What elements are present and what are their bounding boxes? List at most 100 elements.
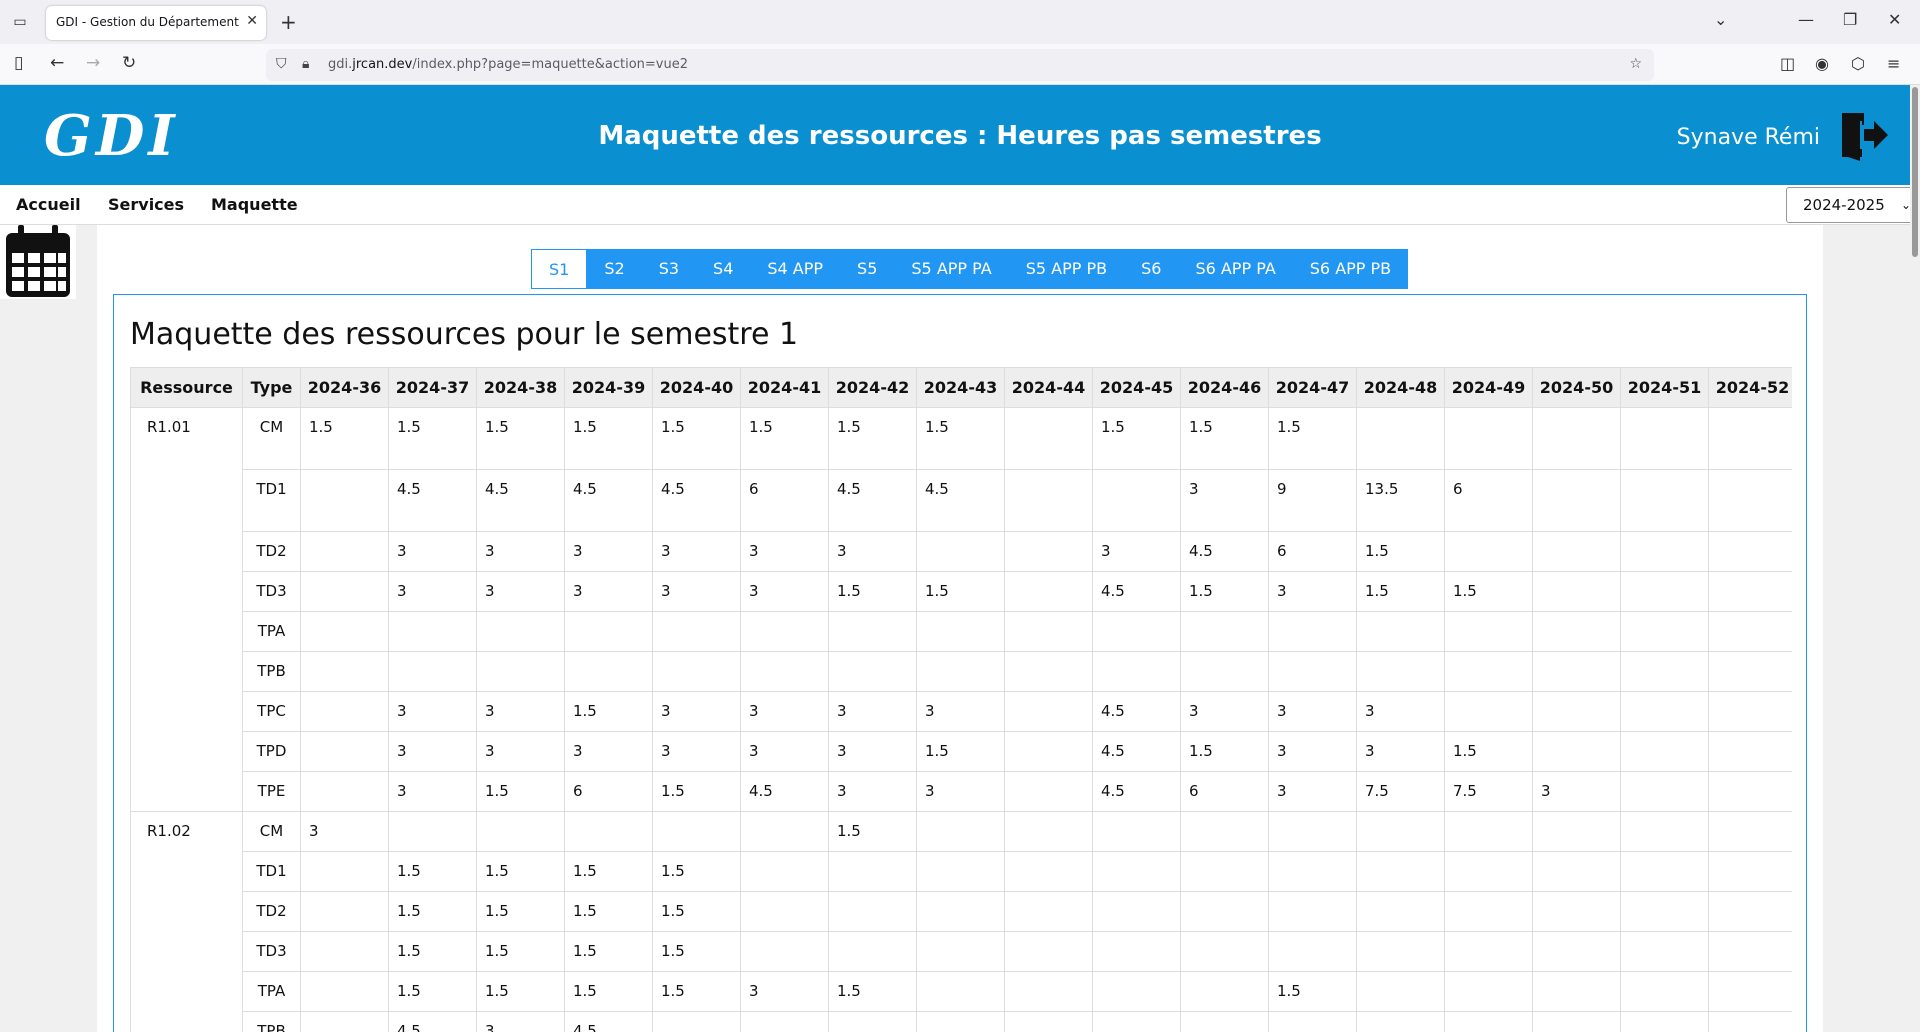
type-cell: TPA [242,611,301,652]
menu-services[interactable]: Services [108,195,184,214]
semester-tab[interactable]: S5 APP PB [1008,249,1125,289]
hours-cell: 1.5 [476,407,565,470]
semester-tab[interactable]: S6 APP PB [1292,249,1409,289]
hours-cell [1532,891,1621,932]
type-cell: TD1 [242,851,301,892]
close-window-icon[interactable]: ✕ [1888,10,1901,29]
reload-icon[interactable]: ↻ [122,53,136,73]
hours-cell [1708,931,1792,972]
menu-icon[interactable]: ≡ [1887,54,1900,73]
scrollbar-thumb[interactable] [1912,87,1918,257]
hours-cell [1532,1011,1621,1032]
table-header-cell: 2024-48 [1356,367,1445,408]
hours-cell: 4.5 [1092,731,1181,772]
browser-tab[interactable]: GDI - Gestion du Département Informatiqu… [46,6,266,40]
page-title: Maquette des ressources : Heures pas sem… [598,121,1322,151]
hours-cell: 7.5 [1356,771,1445,812]
hours-cell [1356,851,1445,892]
hours-cell: 1.5 [388,851,477,892]
calendar-icon[interactable] [0,225,76,299]
hours-cell [1180,651,1269,692]
semester-tab[interactable]: S6 [1124,249,1179,289]
hours-cell: 3 [1268,771,1357,812]
semester-tab[interactable]: S4 [696,249,751,289]
hours-cell [1092,811,1181,852]
hours-cell [1708,771,1792,812]
tab-list-icon[interactable]: ▭ [10,12,30,32]
hours-cell [1444,851,1533,892]
sidebar-icon[interactable]: ▯ [14,53,23,73]
year-select[interactable]: 2024-2025 ⌄ [1786,187,1918,223]
hours-cell: 1.5 [1444,731,1533,772]
semester-tab[interactable]: S6 APP PA [1178,249,1293,289]
hours-cell [300,691,389,732]
maquette-panel: Maquette des ressources pour le semestre… [113,294,1807,1032]
restore-icon[interactable]: ❐ [1843,10,1857,29]
hours-cell [740,891,829,932]
hours-cell: 1.5 [476,851,565,892]
bookmark-star-icon[interactable]: ☆ [1629,56,1642,72]
hours-cell: 6 [740,469,829,532]
hours-cell: 4.5 [1092,691,1181,732]
logout-icon[interactable] [1838,109,1888,161]
url-text[interactable]: gdi.jrcan.dev/index.php?page=maquette&ac… [328,57,688,72]
hours-cell: 1.5 [828,811,917,852]
shield-icon[interactable]: ⛉ [276,56,287,72]
hours-cell: 1.5 [1356,571,1445,612]
hours-cell: 3 [740,691,829,732]
hours-cell: 13.5 [1356,469,1445,532]
new-tab-icon[interactable]: + [280,10,297,34]
hours-cell [1620,611,1709,652]
account-icon[interactable]: ◉ [1815,54,1829,73]
hours-cell [1708,971,1792,1012]
forward-icon[interactable]: → [86,53,100,73]
hours-cell [1532,651,1621,692]
hours-cell: 3 [388,691,477,732]
minimize-icon[interactable]: — [1798,10,1814,29]
hours-cell [300,891,389,932]
hours-cell [1004,407,1093,470]
semester-tab[interactable]: S2 [587,249,642,289]
hours-cell [1004,1011,1093,1032]
hours-cell: 1.5 [564,971,653,1012]
hours-cell: 4.5 [740,771,829,812]
hours-cell [1532,469,1621,532]
hours-cell: 1.5 [476,891,565,932]
hours-cell [1620,691,1709,732]
table-row: TPD 3 3 3 3 3 3 1.5 4.5 1.5 3 3 1.5 [131,731,1792,772]
hours-cell: 4.5 [388,1011,477,1032]
semester-tab[interactable]: S4 APP [750,249,841,289]
hours-cell: 3 [564,571,653,612]
pocket-icon[interactable]: ◫ [1780,54,1795,73]
url-bar[interactable]: ⛉ 🔒︎ gdi.jrcan.dev/index.php?page=maquet… [266,49,1654,81]
semester-tab[interactable]: S5 APP PA [894,249,1009,289]
hours-cell [1444,1011,1533,1032]
lock-icon[interactable]: 🔒︎ [302,56,309,72]
hours-cell [1532,851,1621,892]
hours-cell: 3 [740,731,829,772]
hours-cell [828,931,917,972]
hours-cell [1444,531,1533,572]
menu-accueil[interactable]: Accueil [16,195,81,214]
site-header: GDI Maquette des ressources : Heures pas… [0,85,1920,185]
extensions-icon[interactable]: ⬡ [1851,54,1865,73]
hours-cell [740,811,829,852]
semester-tab[interactable]: S1 [531,249,588,289]
hours-cell [1004,651,1093,692]
hours-cell [1620,731,1709,772]
resource-cell: R1.01 [130,407,243,812]
menu-maquette[interactable]: Maquette [211,195,298,214]
semester-tab[interactable]: S3 [641,249,697,289]
back-icon[interactable]: ← [50,53,64,73]
hours-cell [1620,407,1709,470]
chevron-down-icon[interactable]: ⌄ [1714,10,1727,29]
hours-cell: 3 [388,771,477,812]
semester-tab[interactable]: S5 [840,249,895,289]
page-scrollbar[interactable] [1910,85,1920,1032]
hours-cell [1180,851,1269,892]
hours-cell [1708,891,1792,932]
table-header-row: Ressource Type 2024-36 2024-37 2024-38 2024-3… [130,367,1792,408]
hours-cell [1004,971,1093,1012]
hours-cell [652,611,741,652]
close-tab-icon[interactable]: ✕ [246,13,258,29]
